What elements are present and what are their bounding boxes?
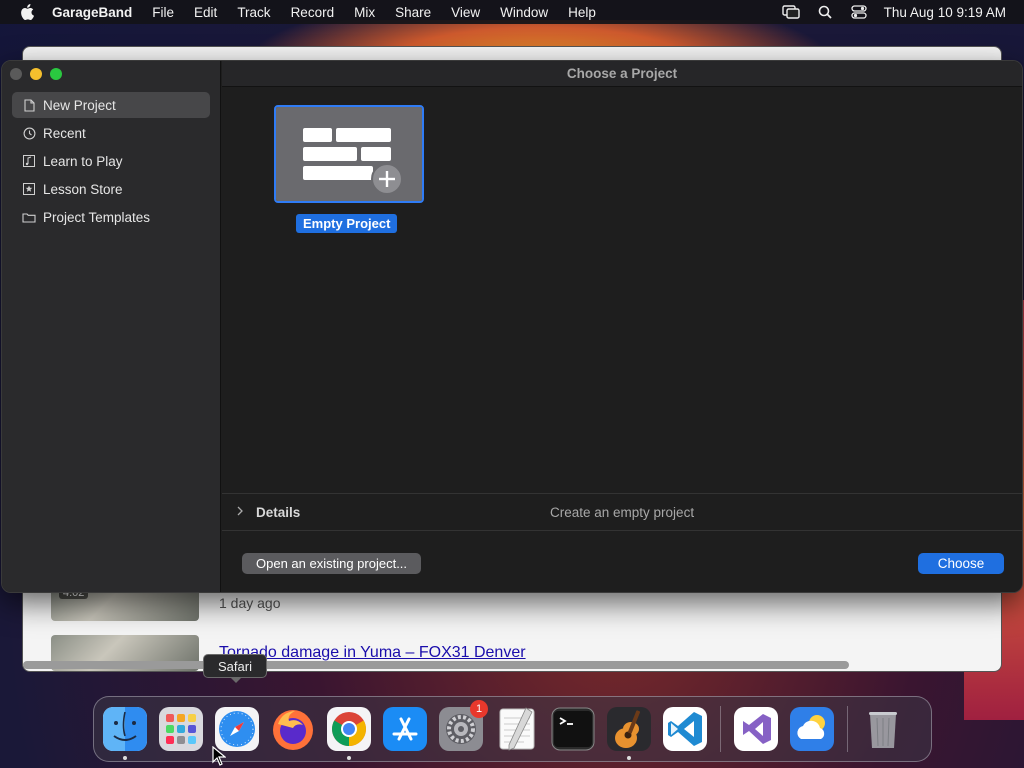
menu-file[interactable]: File (152, 5, 174, 20)
window-title: Choose a Project (222, 61, 1022, 87)
sidebar-item-learn-to-play[interactable]: Learn to Play (12, 148, 210, 174)
trash-icon (869, 712, 897, 748)
star-icon (22, 182, 36, 196)
details-toggle[interactable]: Details (256, 505, 300, 520)
menu-bar: GarageBand File Edit Track Record Mix Sh… (0, 0, 1024, 24)
apple-menu-icon[interactable] (18, 3, 36, 21)
sidebar: New Project Recent Learn to Play Lesson … (2, 61, 221, 592)
dock-firefox[interactable] (270, 706, 316, 752)
notification-badge: 1 (470, 700, 488, 718)
dock-chrome[interactable] (326, 706, 372, 760)
launchpad-icon (159, 707, 203, 751)
empty-project-tile[interactable] (274, 105, 424, 203)
menu-app-name[interactable]: GarageBand (52, 5, 132, 20)
clock-icon (22, 126, 36, 140)
dock-app-store[interactable] (382, 706, 428, 752)
empty-project-label[interactable]: Empty Project (296, 214, 398, 233)
menu-edit[interactable]: Edit (194, 5, 217, 20)
empty-project-icon (276, 107, 422, 201)
sidebar-item-project-templates[interactable]: Project Templates (12, 204, 210, 230)
menu-mix[interactable]: Mix (354, 5, 375, 20)
dock-separator (720, 706, 721, 752)
dock-textedit[interactable] (494, 706, 540, 752)
weather-icon (790, 707, 834, 751)
dialog-footer: Open an existing project... Choose (222, 532, 1022, 592)
dock-weather[interactable] (789, 706, 835, 752)
sidebar-item-label: New Project (43, 97, 116, 113)
music-note-icon (22, 154, 36, 168)
horizontal-scrollbar[interactable] (23, 661, 849, 669)
details-bar: Details Create an empty project (222, 493, 1022, 531)
menu-window[interactable]: Window (500, 5, 548, 20)
menu-help[interactable]: Help (568, 5, 596, 20)
textedit-icon (499, 707, 535, 751)
sidebar-item-recent[interactable]: Recent (12, 120, 210, 146)
menu-record[interactable]: Record (291, 5, 335, 20)
dock-system-settings[interactable]: 1 (438, 700, 488, 752)
dock-trash[interactable] (860, 706, 906, 752)
sidebar-list: New Project Recent Learn to Play Lesson … (12, 92, 210, 232)
control-center-icon[interactable] (850, 4, 868, 20)
search-icon[interactable] (816, 4, 834, 20)
sidebar-item-label: Learn to Play (43, 153, 123, 169)
dock-finder[interactable] (102, 706, 148, 760)
project-chooser-window: New Project Recent Learn to Play Lesson … (1, 60, 1023, 593)
document-icon (22, 98, 36, 112)
finder-icon (103, 707, 147, 751)
open-existing-project-button[interactable]: Open an existing project... (242, 553, 422, 574)
sidebar-item-label: Lesson Store (43, 181, 123, 197)
terminal-icon (551, 707, 595, 751)
app-store-icon (383, 707, 427, 751)
project-description: Create an empty project (550, 504, 695, 520)
running-indicator (123, 756, 127, 760)
zoom-button[interactable] (50, 68, 62, 80)
dock-launchpad[interactable] (158, 706, 204, 752)
dock-garageband[interactable] (606, 706, 652, 760)
dock-visual-studio[interactable] (733, 706, 779, 752)
close-button[interactable] (10, 68, 22, 80)
minimize-button[interactable] (30, 68, 42, 80)
sidebar-item-lesson-store[interactable]: Lesson Store (12, 176, 210, 202)
folder-icon (22, 210, 36, 224)
project-grid: Empty Project (222, 88, 1022, 490)
video-meta: 1 day ago (219, 595, 281, 611)
sidebar-item-label: Recent (43, 125, 86, 141)
visual-studio-icon (734, 707, 778, 751)
menu-view[interactable]: View (451, 5, 480, 20)
dock-terminal[interactable] (550, 706, 596, 752)
chrome-icon (327, 707, 371, 751)
menu-share[interactable]: Share (395, 5, 431, 20)
chevron-right-icon[interactable] (236, 505, 246, 519)
dock-vscode[interactable] (662, 706, 708, 752)
mouse-pointer-icon (212, 746, 226, 766)
sidebar-item-new-project[interactable]: New Project (12, 92, 210, 118)
menu-clock[interactable]: Thu Aug 10 9:19 AM (884, 5, 1006, 20)
choose-button[interactable]: Choose (918, 553, 1004, 574)
vscode-icon (663, 707, 707, 751)
dock-separator (847, 706, 848, 752)
running-indicator (627, 756, 631, 760)
window-controls (10, 68, 62, 80)
sidebar-item-label: Project Templates (43, 209, 151, 225)
firefox-icon (273, 710, 313, 750)
menu-track[interactable]: Track (237, 5, 270, 20)
dock-tooltip: Safari (203, 654, 267, 683)
garageband-icon (607, 707, 651, 751)
running-indicator (347, 756, 351, 760)
screen-mirroring-icon[interactable] (781, 4, 800, 20)
